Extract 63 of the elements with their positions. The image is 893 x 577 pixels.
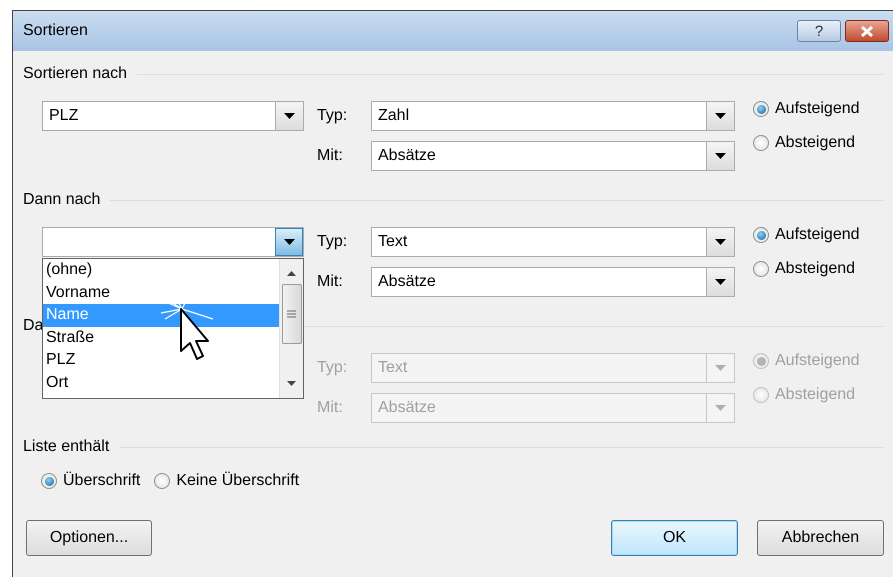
section-title: Dann nach — [23, 190, 100, 210]
dropdown-button[interactable] — [706, 268, 734, 296]
list-item[interactable]: Ort — [43, 372, 279, 394]
radio-option[interactable]: Aufsteigend — [753, 223, 860, 247]
dropdown-button[interactable] — [706, 142, 734, 170]
field-label: Typ: — [317, 232, 348, 252]
close-button[interactable] — [845, 20, 889, 42]
dropdown-field[interactable]: Absätze — [371, 267, 735, 297]
field-label: Mit: — [317, 272, 344, 292]
dropdown-button[interactable] — [706, 102, 734, 130]
radio-button[interactable] — [753, 101, 769, 117]
dropdown-field: Text — [371, 353, 735, 383]
caret-icon — [715, 365, 726, 371]
dropdown-button[interactable] — [275, 228, 303, 256]
radio-option[interactable]: Überschrift — [41, 469, 140, 493]
window-title: Sortieren — [23, 21, 88, 41]
caret-icon — [715, 405, 726, 411]
list-item[interactable]: PLZ — [43, 349, 279, 372]
radio-button[interactable] — [753, 227, 769, 243]
caret-icon — [715, 153, 726, 159]
radio-button[interactable] — [154, 473, 170, 489]
radio-option[interactable]: Aufsteigend — [753, 97, 860, 121]
radio-option: Absteigend — [753, 383, 860, 407]
list-item[interactable]: Straße — [43, 326, 279, 349]
caret-icon — [715, 239, 726, 245]
list-item[interactable]: Vorname — [43, 282, 279, 304]
field-label: Typ: — [317, 106, 348, 126]
section-title: Da — [23, 316, 44, 336]
radio-button[interactable] — [753, 135, 769, 151]
scroll-down-icon[interactable] — [287, 381, 296, 386]
dropdown-button[interactable] — [706, 228, 734, 256]
radio-option[interactable]: Absteigend — [753, 257, 860, 281]
caret-icon — [284, 239, 294, 245]
radio-option: Aufsteigend — [753, 349, 860, 373]
field-label: Mit: — [317, 398, 344, 418]
grip-icon — [287, 310, 296, 318]
dropdown-field[interactable]: Text — [371, 227, 735, 257]
scrollbar-thumb[interactable] — [282, 284, 302, 344]
dropdown-field[interactable]: Absätze — [371, 141, 735, 171]
dropdown-field[interactable]: Zahl — [371, 101, 735, 131]
scrollbar[interactable] — [279, 259, 303, 398]
caret-icon — [715, 113, 726, 119]
radio-button[interactable] — [753, 261, 769, 277]
dialog-button[interactable]: Optionen... — [26, 520, 152, 556]
field-dropdown[interactable]: PLZ — [42, 101, 304, 131]
scroll-up-icon[interactable] — [287, 271, 296, 276]
help-button[interactable]: ? — [797, 20, 841, 42]
section-title: Liste enthält — [23, 437, 110, 457]
radio-button[interactable] — [41, 473, 57, 489]
close-icon — [860, 26, 874, 36]
dropdown-button[interactable] — [275, 102, 303, 130]
field-dropdown[interactable] — [42, 227, 304, 257]
dialog-button[interactable]: OK — [611, 520, 738, 556]
section-title: Sortieren nach — [23, 64, 128, 84]
radio-option[interactable]: Keine Überschrift — [154, 469, 300, 493]
dropdown-field: Absätze — [371, 393, 735, 423]
field-label: Mit: — [317, 146, 344, 166]
list-item[interactable]: (ohne) — [43, 259, 279, 282]
radio-option[interactable]: Absteigend — [753, 131, 860, 155]
caret-icon — [284, 113, 295, 119]
dialog-button[interactable]: Abbrechen — [757, 520, 884, 556]
caret-icon — [715, 279, 726, 285]
field-label: Typ: — [317, 358, 348, 378]
